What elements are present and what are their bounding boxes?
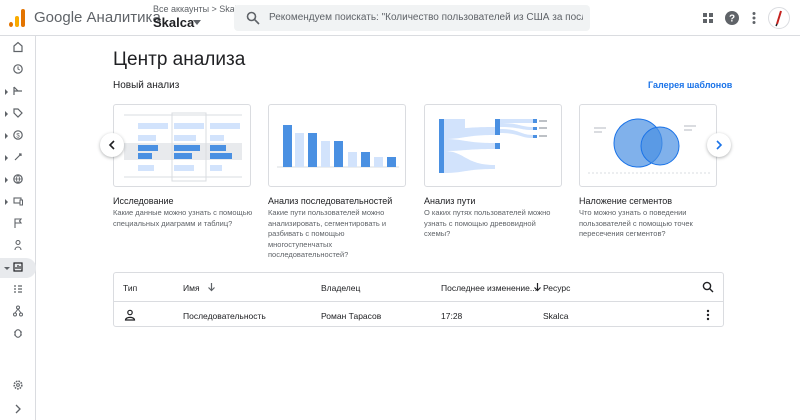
help-icon[interactable]: ?: [724, 10, 740, 26]
column-header-name[interactable]: Имя: [183, 283, 200, 293]
rail-explore[interactable]: [0, 258, 36, 278]
user-touch-icon: [14, 239, 22, 251]
template-title: Анализ пути: [424, 196, 476, 206]
rail-audiences[interactable]: [0, 280, 36, 300]
more-vert-icon[interactable]: [705, 309, 711, 321]
template-title: Анализ последовательностей: [268, 196, 393, 206]
account-breadcrumb[interactable]: Все аккаунты > Skalca: [153, 4, 246, 14]
monetization-icon: $: [13, 130, 23, 140]
search-input[interactable]: Рекомендуем поискать: "Количество пользо…: [234, 5, 590, 31]
rail-acquisition[interactable]: [0, 104, 36, 124]
segments-icon: [14, 285, 22, 293]
settings-icon: [13, 380, 23, 390]
svg-text:?: ?: [729, 14, 735, 25]
explorations-table: Тип Имя Владелец Последнее изменение... …: [113, 272, 724, 327]
debug-icon: [14, 329, 22, 338]
row-owner: Роман Тарасов: [321, 311, 382, 321]
flag-icon: [14, 218, 23, 228]
column-header-owner[interactable]: Владелец: [321, 283, 360, 293]
rail-tech[interactable]: [0, 192, 36, 212]
template-description: Какие пути пользователей можно анализиро…: [268, 208, 387, 259]
home-icon: [13, 41, 23, 53]
new-analysis-label: Новый анализ: [113, 80, 180, 91]
search-placeholder: Рекомендуем поискать: "Количество пользо…: [269, 12, 583, 23]
rail-funnel[interactable]: [0, 302, 36, 322]
rail-debug[interactable]: [0, 324, 36, 344]
template-description: Что можно узнать о поведении пользовател…: [579, 208, 693, 238]
tag-icon: [13, 108, 23, 118]
rail-realtime[interactable]: [0, 60, 36, 80]
column-header-modified[interactable]: Последнее изменение...: [441, 283, 537, 293]
account-selector[interactable]: Skalca: [153, 15, 194, 30]
rail-events[interactable]: [0, 214, 36, 234]
expand-chevron-icon: [15, 404, 21, 414]
top-bar: Google Аналитика Все аккаунты > Skalca S…: [0, 0, 800, 36]
sort-arrow-down-icon[interactable]: [533, 282, 542, 292]
path-thumbnail: [424, 104, 562, 187]
column-header-type[interactable]: Тип: [123, 283, 137, 293]
avatar[interactable]: [768, 7, 790, 29]
chevron-left-icon: [108, 140, 115, 150]
analytics-logo-icon[interactable]: [9, 9, 25, 27]
column-header-resource[interactable]: Ресурс: [543, 283, 570, 293]
template-description: О каких путях пользователей можно узнать…: [424, 208, 551, 238]
devices-icon: [13, 197, 23, 206]
tree-icon: [13, 305, 23, 317]
rail-retention[interactable]: [0, 148, 36, 168]
chevron-down-icon[interactable]: [193, 20, 201, 25]
rail-lifecycle[interactable]: [0, 82, 36, 102]
exploration-thumbnail: [113, 104, 251, 187]
explore-icon: [13, 262, 23, 272]
rail-demographics[interactable]: [0, 170, 36, 190]
template-title: Исследование: [113, 196, 174, 206]
avatar-pen-icon: [775, 10, 782, 27]
page-title: Центр анализа: [113, 49, 246, 70]
rail-monetization[interactable]: $: [0, 126, 36, 146]
search-icon[interactable]: [702, 281, 714, 293]
app-name[interactable]: Google Аналитика: [34, 9, 161, 26]
realtime-clock-icon: [13, 64, 23, 74]
lifecycle-icon: [13, 86, 22, 95]
rail-home[interactable]: [0, 38, 36, 58]
template-gallery-link[interactable]: Галерея шаблонов: [648, 80, 732, 90]
search-icon: [246, 11, 260, 25]
person-icon: [124, 309, 136, 321]
rail-admin[interactable]: [0, 376, 36, 396]
retention-icon: [14, 153, 22, 161]
carousel-next-button[interactable]: [707, 133, 731, 157]
chevron-right-icon: [716, 140, 723, 150]
sort-arrow-down-icon[interactable]: [207, 282, 216, 292]
carousel-prev-button[interactable]: [100, 133, 124, 157]
row-resource: Skalca: [543, 311, 569, 321]
funnel-thumbnail: [268, 104, 406, 187]
row-modified: 17:28: [441, 311, 463, 321]
rail-user[interactable]: [0, 236, 36, 256]
template-title: Наложение сегментов: [579, 196, 673, 206]
left-nav-rail: $: [0, 36, 36, 420]
rail-expand[interactable]: [0, 400, 36, 420]
template-description: Какие данные можно узнать с помощью спец…: [113, 208, 253, 228]
header-divider: [114, 301, 723, 302]
globe-icon: [13, 174, 23, 184]
segment-overlap-thumbnail: [579, 104, 717, 187]
apps-grid-icon[interactable]: [700, 10, 716, 26]
row-name[interactable]: Последовательность: [183, 311, 266, 321]
more-vert-icon[interactable]: [746, 10, 762, 26]
